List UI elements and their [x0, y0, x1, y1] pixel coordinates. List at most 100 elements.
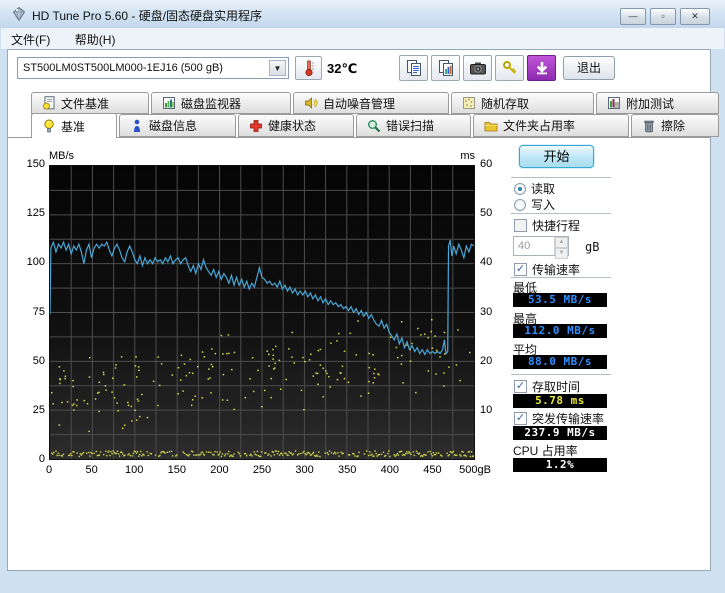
- axis-tick: 200: [202, 464, 236, 476]
- burst-rate-checkbox[interactable]: ✓: [514, 412, 527, 425]
- read-label: 读取: [531, 180, 555, 197]
- short-stroke-option[interactable]: 快捷行程: [514, 217, 580, 234]
- tab-disk-monitor[interactable]: 磁盘监视器: [151, 92, 291, 114]
- folder-icon: [484, 119, 498, 133]
- axis-tick: 100: [16, 256, 45, 268]
- options-button[interactable]: [495, 55, 524, 81]
- benchmark-chart: [49, 165, 475, 460]
- copy-image-button[interactable]: [431, 55, 460, 81]
- axis-tick: 250: [245, 464, 279, 476]
- axis-tick: 0: [32, 464, 66, 476]
- separator: [511, 213, 611, 214]
- close-button[interactable]: ✕: [680, 8, 710, 25]
- tab-disk-info[interactable]: 磁盘信息: [119, 114, 236, 137]
- short-stroke-label: 快捷行程: [532, 217, 580, 234]
- read-radio[interactable]: [514, 183, 526, 195]
- axis-tick: 125: [16, 207, 45, 219]
- trash-icon: [642, 119, 656, 133]
- axis-tick: 50: [480, 207, 504, 219]
- axis-tick: 40: [480, 256, 504, 268]
- separator: [511, 277, 611, 278]
- dropdown-arrow-icon[interactable]: ▼: [269, 60, 286, 76]
- burst-rate-option[interactable]: ✓ 突发传输速率: [514, 410, 604, 427]
- tab-folder-usage[interactable]: 文件夹占用率: [473, 114, 629, 137]
- access-time-value: 5.78 ms: [513, 394, 607, 408]
- drive-select-dropdown[interactable]: ST500LM0ST500LM000-1EJ16 (500 gB) ▼: [17, 57, 289, 79]
- tab-random-access[interactable]: 随机存取: [451, 92, 594, 114]
- start-button[interactable]: 开始: [519, 145, 594, 168]
- window-frame-bottom: [0, 571, 725, 593]
- tab-label: 基准: [61, 118, 85, 135]
- short-stroke-checkbox[interactable]: [514, 219, 527, 232]
- copy-text-button[interactable]: [399, 55, 428, 81]
- separator: [511, 374, 611, 375]
- write-mode-option[interactable]: 写入: [514, 196, 555, 213]
- tab-file-benchmark[interactable]: 文件基准: [31, 92, 149, 114]
- tab-label: 擦除: [661, 117, 685, 134]
- write-radio[interactable]: [514, 199, 526, 211]
- download-arrow-icon: [533, 59, 551, 77]
- capacity-spinner[interactable]: ▲▼: [554, 237, 568, 255]
- drive-select-value: ST500LM0ST500LM000-1EJ16 (500 gB): [23, 62, 223, 74]
- cpu-label: CPU 占用率: [513, 442, 578, 459]
- tab-label: 磁盘信息: [149, 117, 197, 134]
- copy-image-icon: [437, 59, 455, 77]
- read-mode-option[interactable]: 读取: [514, 180, 555, 197]
- benchmark-bulb-icon: [42, 119, 56, 133]
- min-value: 53.5 MB/s: [513, 293, 607, 307]
- tab-health[interactable]: 健康状态: [238, 114, 354, 137]
- capacity-unit: gB: [585, 240, 599, 254]
- max-value: 112.0 MB/s: [513, 324, 607, 338]
- keys-icon: [501, 59, 519, 77]
- app-window: HD Tune Pro 5.60 - 硬盘/固态硬盘实用程序 — ▫ ✕ 文件(…: [0, 0, 725, 593]
- tab-label: 错误扫描: [386, 117, 434, 134]
- axis-tick: 10: [480, 404, 504, 416]
- tab-label: 附加测试: [626, 95, 674, 112]
- y-right-axis-label: ms: [438, 150, 475, 162]
- axis-tick: 150: [160, 464, 194, 476]
- screenshot-button[interactable]: [463, 55, 492, 81]
- transfer-rate-checkbox[interactable]: ✓: [514, 263, 527, 276]
- content-panel: ST500LM0ST500LM000-1EJ16 (500 gB) ▼ 32℃: [7, 49, 711, 571]
- maximize-button[interactable]: ▫: [650, 8, 676, 25]
- tab-label: 自动噪音管理: [323, 95, 395, 112]
- exit-button[interactable]: 退出: [563, 56, 615, 80]
- error-scan-magnifier-icon: [367, 119, 381, 133]
- cpu-value: 1.2%: [513, 458, 607, 472]
- tab-erase[interactable]: 擦除: [631, 114, 719, 137]
- tab-benchmark[interactable]: 基准: [31, 113, 117, 138]
- tab-label: 健康状态: [268, 117, 316, 134]
- tab-auto-acoustic[interactable]: 自动噪音管理: [293, 92, 449, 114]
- menu-file[interactable]: 文件(F): [1, 28, 60, 51]
- axis-tick: 300: [288, 464, 322, 476]
- axis-tick: 25: [16, 404, 45, 416]
- access-time-option[interactable]: ✓ 存取时间: [514, 378, 580, 395]
- copy-text-icon: [405, 59, 423, 77]
- burst-rate-label: 突发传输速率: [532, 410, 604, 427]
- tab-error-scan[interactable]: 错误扫描: [356, 114, 471, 137]
- hdtune-logo-icon: [11, 6, 27, 22]
- tab-label: 文件夹占用率: [503, 117, 575, 134]
- axis-tick: 60: [480, 158, 504, 170]
- file-benchmark-icon: [42, 96, 56, 110]
- title-bar: HD Tune Pro 5.60 - 硬盘/固态硬盘实用程序 — ▫ ✕: [0, 0, 725, 28]
- camera-icon: [469, 59, 487, 77]
- access-time-checkbox[interactable]: ✓: [514, 380, 527, 393]
- health-cross-icon: [249, 119, 263, 133]
- transfer-rate-label: 传输速率: [532, 261, 580, 278]
- minimize-button[interactable]: —: [620, 8, 646, 25]
- save-results-button[interactable]: [527, 55, 556, 81]
- menu-help[interactable]: 帮助(H): [65, 28, 126, 51]
- thermometer-icon: [301, 59, 317, 77]
- temperature-button[interactable]: [295, 56, 322, 80]
- tab-extra-tests[interactable]: 附加测试: [596, 92, 719, 114]
- axis-tick: 350: [330, 464, 364, 476]
- separator: [511, 177, 611, 178]
- disk-monitor-icon: [162, 96, 176, 110]
- axis-tick: 50: [16, 355, 45, 367]
- random-access-icon: [462, 96, 476, 110]
- menu-bar: 文件(F) 帮助(H): [1, 28, 724, 49]
- transfer-rate-option[interactable]: ✓ 传输速率: [514, 261, 580, 278]
- axis-tick: 50: [75, 464, 109, 476]
- axis-tick: 150: [16, 158, 45, 170]
